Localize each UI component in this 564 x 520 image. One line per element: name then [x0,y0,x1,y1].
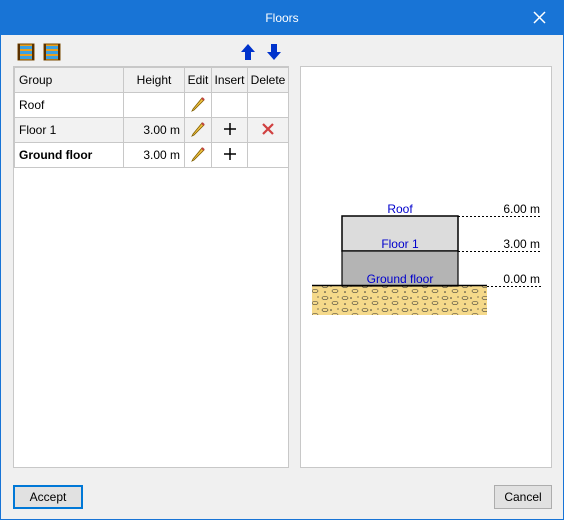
column-header-delete[interactable]: Delete [247,67,289,93]
plus-icon [223,147,236,160]
window-title: Floors [265,11,299,25]
accept-button[interactable]: Accept [13,485,83,509]
height-cell[interactable]: 3.00 m [123,117,185,143]
table-row[interactable]: Floor 1 3.00 m [14,117,289,143]
edit-button[interactable] [184,92,212,118]
floors-drawing-panel: Roof Floor 1 Ground floor 6.00 m 3.00 m … [300,66,552,468]
height-cell[interactable]: 3.00 m [123,142,185,168]
column-header-edit[interactable]: Edit [184,67,212,93]
move-up-arrow-icon[interactable] [239,43,257,61]
column-header-insert[interactable]: Insert [211,67,248,93]
close-button[interactable] [517,1,563,35]
cancel-button[interactable]: Cancel [494,485,552,509]
floors-elevation-diagram: Roof Floor 1 Ground floor 6.00 m 3.00 m … [312,202,541,315]
insert-cell [211,92,248,118]
level-label-ground-floor: Ground floor [367,272,434,286]
table-row[interactable]: Roof [14,92,289,118]
floor-group-icon[interactable] [17,43,35,61]
column-header-group[interactable]: Group [14,67,124,93]
level-label-roof: Roof [387,202,413,216]
delete-cell [247,92,289,118]
move-down-arrow-icon[interactable] [265,43,283,61]
group-cell[interactable]: Floor 1 [14,117,124,143]
red-x-icon [262,122,274,135]
pencil-icon [191,121,205,137]
close-icon [533,11,546,24]
elevation-label-ground-floor: 0.00 m [503,272,540,286]
floors-table-panel: Group Height Edit Insert Delete Roof Flo… [13,66,289,468]
edit-button[interactable] [184,117,212,143]
plus-icon [223,122,236,135]
edit-button[interactable] [184,142,212,168]
group-cell[interactable]: Ground floor [14,142,124,168]
level-label-floor-1: Floor 1 [381,237,419,251]
column-header-height[interactable]: Height [123,67,185,93]
title-bar: Floors [1,1,563,35]
insert-button[interactable] [211,117,248,143]
ground-hatch [312,285,487,315]
insert-button[interactable] [211,142,248,168]
elevation-label-roof: 6.00 m [503,202,540,216]
floor-group-alt-icon[interactable] [43,43,61,61]
pencil-icon [191,146,205,162]
height-cell[interactable] [123,92,185,118]
delete-button[interactable] [247,117,289,143]
floors-dialog: Floors Group Height Edit Insert Delete R… [0,0,564,520]
elevation-label-floor-1: 3.00 m [503,237,540,251]
group-cell[interactable]: Roof [14,92,124,118]
pencil-icon [191,96,205,112]
delete-cell [247,142,289,168]
table-row[interactable]: Ground floor 3.00 m [14,142,289,168]
floors-table: Group Height Edit Insert Delete Roof Flo… [14,67,289,168]
